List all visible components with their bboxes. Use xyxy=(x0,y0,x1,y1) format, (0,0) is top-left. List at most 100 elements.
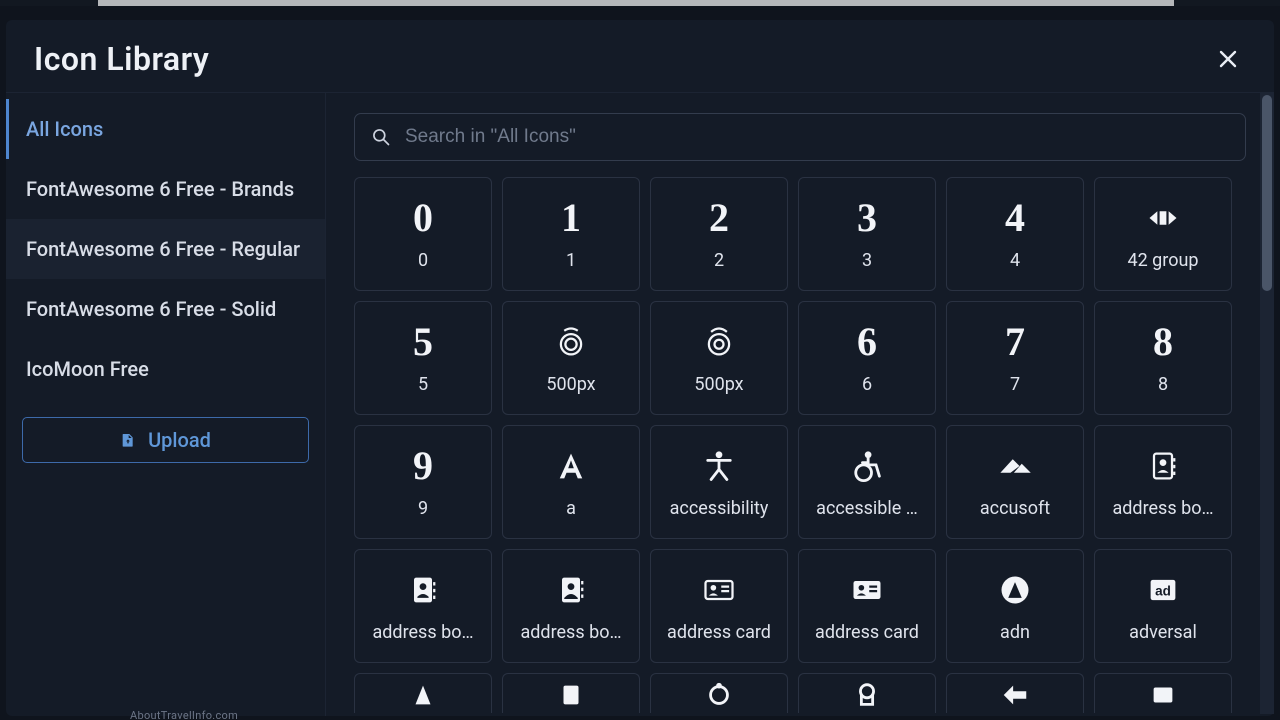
glyph-text: 1 xyxy=(561,196,581,240)
icon-label: address card xyxy=(667,622,771,643)
search-box[interactable] xyxy=(354,113,1246,161)
icon-card[interactable]: accessible … xyxy=(798,425,936,539)
icon-label: a xyxy=(566,498,576,519)
icon-card[interactable] xyxy=(502,673,640,713)
partial-3-icon xyxy=(704,680,734,710)
sidebar-item-fa-solid[interactable]: FontAwesome 6 Free - Solid xyxy=(6,279,325,339)
accessible-icon-icon xyxy=(849,444,885,488)
icon-label: address bo… xyxy=(1112,498,1213,519)
glyph-text: 2 xyxy=(709,196,729,240)
partial-2-icon xyxy=(556,680,586,710)
icon-card[interactable]: 33 xyxy=(798,177,936,291)
icon-label: address card xyxy=(815,622,919,643)
icon-label: 8 xyxy=(1158,374,1168,395)
sidebar-item-all-icons[interactable]: All Icons xyxy=(6,99,325,159)
address-card-solid-icon xyxy=(849,568,885,612)
glyph-text: 9 xyxy=(413,444,433,488)
svg-text:ad: ad xyxy=(1155,583,1171,598)
upload-icon xyxy=(120,432,136,448)
icon-label: 500px xyxy=(694,374,743,395)
partial-4-icon xyxy=(852,680,882,710)
accessibility-icon xyxy=(701,444,737,488)
icon-label: adn xyxy=(1000,622,1030,643)
sidebar-item-label: FontAwesome 6 Free - Brands xyxy=(26,177,294,201)
icon-card[interactable]: accessibility xyxy=(650,425,788,539)
icon-card[interactable]: address bo… xyxy=(1094,425,1232,539)
icon-label: accessibility xyxy=(670,498,769,519)
main-panel: 001122334442 group55500px500px66778899aa… xyxy=(326,93,1274,716)
icon-card[interactable]: 42 group xyxy=(1094,177,1232,291)
icon-card[interactable]: ad adversal xyxy=(1094,549,1232,663)
icon-card[interactable]: address card xyxy=(798,549,936,663)
adversal-icon: ad xyxy=(1145,568,1181,612)
icon-card[interactable]: address bo… xyxy=(354,549,492,663)
address-book-alt-icon xyxy=(553,568,589,612)
icon-library-modal: Icon Library All Icons FontAwesome 6 Fre… xyxy=(6,20,1274,716)
upload-label: Upload xyxy=(148,428,211,452)
icon-card[interactable] xyxy=(946,673,1084,713)
sidebar-item-fa-brands[interactable]: FontAwesome 6 Free - Brands xyxy=(6,159,325,219)
address-card-icon xyxy=(701,568,737,612)
glyph-text: 3 xyxy=(857,196,877,240)
icon-grid-partial-row xyxy=(354,673,1260,713)
icon-card[interactable]: address bo… xyxy=(502,549,640,663)
icon-label: 4 xyxy=(1010,250,1020,271)
icon-card[interactable]: address card xyxy=(650,549,788,663)
sidebar-item-fa-regular[interactable]: FontAwesome 6 Free - Regular xyxy=(6,219,325,279)
background-peek-text: AboutTravelInfo.com xyxy=(130,709,238,720)
icon-label: address bo… xyxy=(520,622,621,643)
icon-label: 7 xyxy=(1010,374,1020,395)
adn-icon xyxy=(997,568,1033,612)
icon-card[interactable]: 11 xyxy=(502,177,640,291)
icon-label: adversal xyxy=(1129,622,1197,643)
accusoft-icon xyxy=(997,444,1033,488)
icon-card[interactable] xyxy=(650,673,788,713)
500px-a-icon xyxy=(553,320,589,364)
icon-label: accusoft xyxy=(980,498,1050,519)
icon-label: 0 xyxy=(418,250,428,271)
icon-label: 5 xyxy=(418,374,428,395)
letter-a-icon xyxy=(553,444,589,488)
icon-card[interactable]: 99 xyxy=(354,425,492,539)
scrollbar-thumb[interactable] xyxy=(1262,95,1272,291)
icon-card[interactable] xyxy=(1094,673,1232,713)
sidebar-item-label: FontAwesome 6 Free - Regular xyxy=(26,237,300,261)
close-button[interactable] xyxy=(1210,41,1246,77)
icon-label: 1 xyxy=(566,250,576,271)
upload-button[interactable]: Upload xyxy=(22,417,309,463)
app-chrome-bar xyxy=(98,0,1174,6)
scrollbar[interactable] xyxy=(1260,93,1274,714)
icon-card[interactable] xyxy=(798,673,936,713)
icon-label: 500px xyxy=(546,374,595,395)
icon-label: 2 xyxy=(714,250,724,271)
icon-card[interactable]: a xyxy=(502,425,640,539)
search-input[interactable] xyxy=(405,126,1229,148)
icon-card[interactable]: 500px xyxy=(502,301,640,415)
icon-label: 3 xyxy=(862,250,872,271)
glyph-text: 8 xyxy=(1153,320,1173,364)
address-book-solid-icon xyxy=(405,568,441,612)
icon-card[interactable]: 500px xyxy=(650,301,788,415)
glyph-text: 5 xyxy=(413,320,433,364)
icon-card[interactable]: accusoft xyxy=(946,425,1084,539)
sidebar-item-label: IcoMoon Free xyxy=(26,357,149,381)
partial-6-icon xyxy=(1148,680,1178,710)
icon-card[interactable] xyxy=(354,673,492,713)
icon-card[interactable]: 00 xyxy=(354,177,492,291)
glyph-text: 4 xyxy=(1005,196,1025,240)
icon-card[interactable]: 44 xyxy=(946,177,1084,291)
icon-card[interactable]: adn xyxy=(946,549,1084,663)
icon-card[interactable]: 66 xyxy=(798,301,936,415)
sidebar-item-label: FontAwesome 6 Free - Solid xyxy=(26,297,276,321)
partial-1-icon xyxy=(408,680,438,710)
icon-card[interactable]: 77 xyxy=(946,301,1084,415)
icon-card[interactable]: 55 xyxy=(354,301,492,415)
icon-card[interactable]: 22 xyxy=(650,177,788,291)
icon-card[interactable]: 88 xyxy=(1094,301,1232,415)
sidebar-item-icomoon[interactable]: IcoMoon Free xyxy=(6,339,325,399)
page-title: Icon Library xyxy=(34,40,209,78)
address-book-icon xyxy=(1145,444,1181,488)
icon-label: address bo… xyxy=(372,622,473,643)
500px-b-icon xyxy=(701,320,737,364)
glyph-text: 6 xyxy=(857,320,877,364)
